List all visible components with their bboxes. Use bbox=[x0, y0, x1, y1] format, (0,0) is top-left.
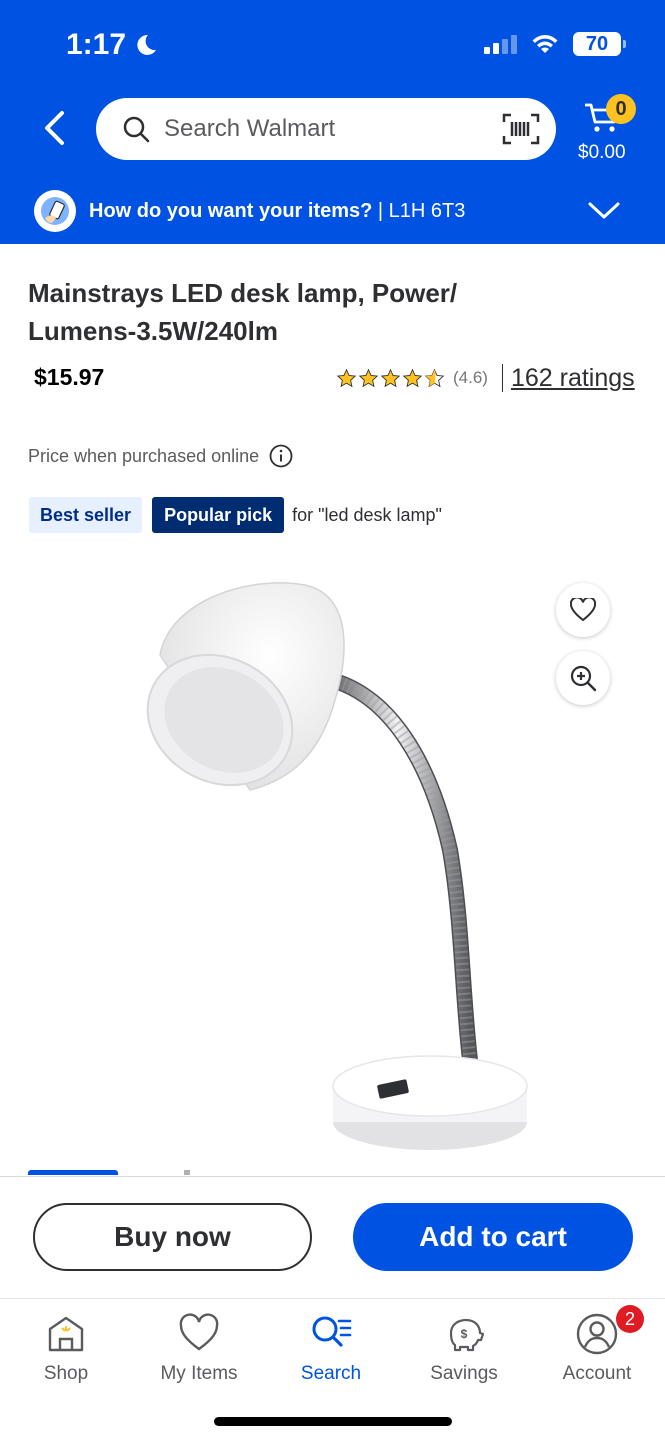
product-rating[interactable]: (4.6) 162 ratings bbox=[336, 364, 635, 392]
product-badges: Best seller Popular pick for "led desk l… bbox=[29, 497, 442, 533]
image-thumbnail-selected[interactable] bbox=[28, 1170, 118, 1175]
cart-total: $0.00 bbox=[578, 142, 626, 163]
star-full-icon bbox=[358, 368, 379, 387]
search-input[interactable] bbox=[164, 112, 484, 146]
rating-stars bbox=[336, 368, 445, 389]
heart-icon bbox=[179, 1313, 219, 1351]
price-note: Price when purchased online bbox=[28, 444, 293, 468]
fulfillment-text: How do you want your items? | L1H 6T3 bbox=[89, 200, 465, 223]
status-indicators: 70 bbox=[484, 32, 626, 56]
fulfillment-selector[interactable]: How do you want your items? | L1H 6T3 bbox=[0, 186, 665, 238]
rating-value: (4.6) bbox=[453, 368, 488, 387]
store-icon bbox=[48, 1316, 84, 1352]
nav-account-label: Account bbox=[562, 1363, 632, 1384]
chevron-down-icon[interactable] bbox=[587, 196, 621, 224]
barcode-scanner-icon[interactable] bbox=[502, 112, 540, 146]
popular-pick-badge: Popular pick bbox=[152, 497, 285, 533]
svg-text:$: $ bbox=[461, 1327, 468, 1341]
product-image[interactable] bbox=[100, 560, 570, 1160]
nav-my-items-label: My Items bbox=[160, 1363, 238, 1384]
nav-shop[interactable]: Shop bbox=[11, 1313, 121, 1385]
product-price: $15.97 bbox=[34, 364, 105, 390]
heart-icon bbox=[570, 598, 596, 622]
piggy-bank-icon: $ bbox=[449, 1318, 485, 1352]
zoom-in-icon bbox=[570, 665, 597, 692]
user-circle-icon bbox=[576, 1313, 618, 1355]
nav-search[interactable]: Search bbox=[276, 1313, 386, 1385]
signal-icon bbox=[484, 34, 517, 54]
best-seller-badge: Best seller bbox=[29, 497, 143, 533]
cart-count-badge: 0 bbox=[606, 94, 636, 124]
fulfillment-question: How do you want your items? bbox=[89, 200, 373, 222]
star-full-icon bbox=[336, 368, 357, 387]
home-indicator bbox=[214, 1417, 452, 1426]
add-to-cart-button[interactable]: Add to cart bbox=[353, 1203, 633, 1271]
fulfillment-postal: | L1H 6T3 bbox=[377, 200, 466, 222]
app-header: 1:17 70 0 $0.00 bbox=[0, 0, 665, 244]
battery-indicator: 70 bbox=[573, 32, 626, 56]
star-full-icon bbox=[402, 368, 423, 387]
search-icon bbox=[123, 116, 150, 143]
search-bar[interactable] bbox=[96, 98, 556, 160]
search-list-icon bbox=[312, 1316, 352, 1347]
rating-divider bbox=[501, 364, 503, 392]
buy-now-button[interactable]: Buy now bbox=[33, 1203, 312, 1271]
price-note-text: Price when purchased online bbox=[28, 445, 260, 466]
favorite-button[interactable] bbox=[556, 583, 610, 637]
star-half-icon bbox=[424, 368, 445, 387]
purchase-bar: Buy now Add to cart bbox=[0, 1176, 665, 1298]
cart-button[interactable]: 0 $0.00 bbox=[578, 94, 638, 166]
wifi-icon bbox=[532, 35, 558, 53]
nav-shop-label: Shop bbox=[43, 1363, 89, 1384]
nav-savings[interactable]: $ Savings bbox=[409, 1313, 519, 1385]
image-thumbnail[interactable] bbox=[184, 1170, 190, 1175]
star-full-icon bbox=[380, 368, 401, 387]
nav-account[interactable]: 2 Account bbox=[542, 1305, 652, 1385]
back-button[interactable] bbox=[36, 108, 72, 148]
info-icon[interactable] bbox=[269, 444, 293, 468]
account-notification-badge: 2 bbox=[616, 1305, 644, 1333]
nav-savings-label: Savings bbox=[430, 1363, 498, 1384]
status-time-text: 1:17 bbox=[66, 28, 127, 61]
status-time: 1:17 bbox=[66, 28, 158, 62]
nav-search-label: Search bbox=[300, 1363, 362, 1384]
ratings-count-link[interactable]: 162 ratings bbox=[511, 364, 635, 393]
nav-my-items[interactable]: My Items bbox=[144, 1313, 254, 1385]
moon-icon bbox=[137, 34, 157, 55]
fulfillment-icon bbox=[34, 190, 76, 232]
zoom-button[interactable] bbox=[556, 651, 610, 705]
chevron-left-icon bbox=[45, 111, 64, 145]
popular-pick-context: for "led desk lamp" bbox=[292, 504, 442, 525]
product-title: Mainstrays LED desk lamp, Power/ Lumens-… bbox=[28, 278, 458, 346]
